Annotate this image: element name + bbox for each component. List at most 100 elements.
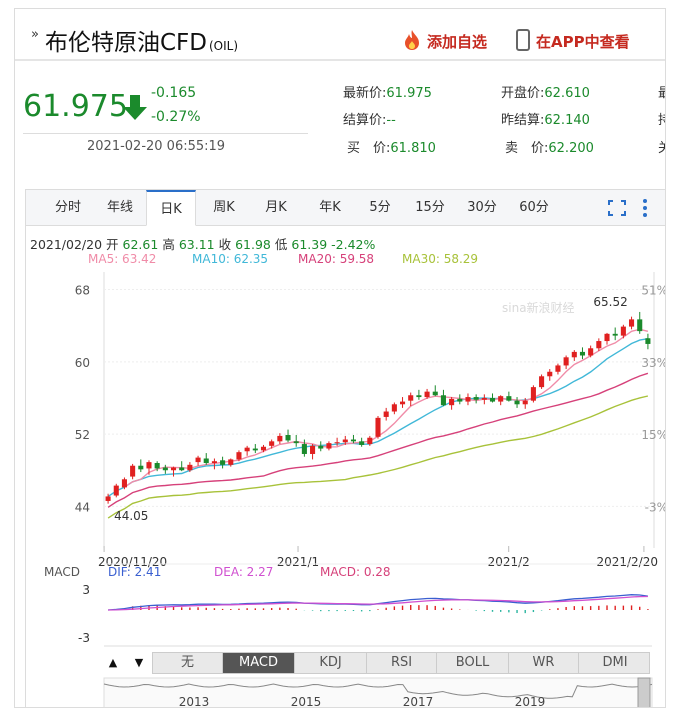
candle-body [637,319,643,332]
candle-body [506,396,512,401]
candle-body [113,485,119,496]
candle-body [465,397,471,402]
candle-body [612,333,618,336]
candle-body [579,351,586,356]
candle-body [400,401,406,405]
macd-dif: DIF: 2.41 [108,565,161,579]
kline-chart[interactable]: 68 51% 60 33% 52 15% 44 -3% sina新浪财经 65.52 44.05 20… [26,190,666,708]
candle-body [473,397,479,400]
phone-icon[interactable] [516,29,530,51]
indicator-rsi[interactable]: RSI [367,653,437,673]
high-annotation: 65.52 [593,295,627,309]
quote-settle: 结算价:-- [343,113,396,128]
candle-body [285,435,291,441]
candle-body [596,341,602,349]
overview-year-label: 2019 [515,695,546,708]
macd-value: MACD: 0.28 [320,565,391,579]
quote-bid: 买 价:61.810 [347,141,436,156]
candle-body [146,462,152,469]
instrument-title: 布伦特原油CFD (OIL) [45,30,239,56]
candle-body [187,464,193,471]
candle-body [424,391,430,398]
candle-body [563,357,569,366]
indicator-boll[interactable]: BOLL [437,653,509,673]
title-bar: » 布伦特原油CFD (OIL) 添加自选 在APP中查看 [15,9,665,61]
macd-dea: DEA: 2.27 [214,565,273,579]
candle-body [489,397,496,402]
candle-body [416,395,422,398]
view-in-app-button[interactable]: 在APP中查看 [536,31,630,52]
candle-body [588,348,594,356]
candle-body [604,333,610,342]
x-tick-label: 2021/1 [277,555,319,569]
candle-body [162,467,168,471]
candle-body [383,411,389,417]
divider [23,133,308,134]
indicator-tabs: 无 MACD KDJ RSI BOLL WR DMI [152,652,650,674]
indicator-macd[interactable]: MACD [223,653,295,673]
overview-year-label: 2015 [291,695,322,708]
candle-body [391,404,397,412]
y-tick-label: 44 [75,500,90,514]
candle-body [244,447,250,452]
scroll-up-button[interactable]: ▲ [104,653,122,673]
candle-body [301,444,307,454]
candle-body [277,435,283,442]
candle-body [203,458,209,464]
candle-body [236,452,242,460]
candle-body [375,417,381,437]
candle-body [481,397,487,400]
y-tick-label-right: 15% [641,428,666,442]
indicator-none[interactable]: 无 [153,653,223,673]
sina-watermark: sina新浪财经 [502,300,575,315]
flame-icon[interactable] [401,29,423,51]
quote-edge-3: 关 [658,137,665,156]
candle-body [170,467,177,471]
candle-body [350,439,356,442]
candle-body [367,437,373,445]
macd-tick: 3 [82,583,90,597]
candle-body [195,457,201,463]
overview-year-label: 2017 [403,695,434,708]
y-tick-label-right: 33% [641,356,666,370]
x-tick-label: 2021/2/20 [596,555,658,569]
last-price: 61.975 [23,89,128,124]
candle-body [530,387,536,401]
indicator-wr[interactable]: WR [509,653,579,673]
scroll-down-button[interactable]: ▼ [130,653,148,673]
quote-last: 最新价:61.975 [343,86,432,101]
candle-body [359,441,365,445]
quote-prev-settle: 昨结算:62.140 [501,113,590,128]
quote-open: 开盘价:62.610 [501,86,590,101]
candle-body [522,400,528,405]
price-change: -0.165 [151,85,197,101]
candle-body [269,441,275,446]
y-tick-label-right: 51% [641,284,666,298]
candle-body [252,448,258,451]
candle-body [629,319,635,327]
candle-body [440,395,446,406]
candle-body [432,391,438,396]
title-mark: » [31,27,39,42]
candle-body [318,445,324,449]
indicator-dmi[interactable]: DMI [579,653,651,673]
macd-title: MACD [44,565,80,579]
candle-body [620,326,626,336]
indicator-kdj[interactable]: KDJ [295,653,367,673]
ma30-line [107,395,649,519]
candle-body [228,459,234,465]
y-tick-label-right: -3% [645,500,666,514]
y-tick-label: 52 [75,428,90,442]
low-annotation: 44.05 [114,509,148,523]
candle-body [498,396,504,402]
candle-body [211,461,217,464]
quote-ask: 卖 价:62.200 [505,141,594,156]
candle-body [310,445,316,454]
chart-panel: 分时 年线 日K 周K 月K 年K 5分 15分 30分 60分 2021/02… [25,189,666,708]
ma20-line [107,372,649,508]
dif-line [108,594,648,611]
add-favorite-button[interactable]: 添加自选 [427,31,487,52]
candle-body [334,442,340,444]
candle-body [514,400,520,405]
y-tick-label: 60 [75,356,90,370]
